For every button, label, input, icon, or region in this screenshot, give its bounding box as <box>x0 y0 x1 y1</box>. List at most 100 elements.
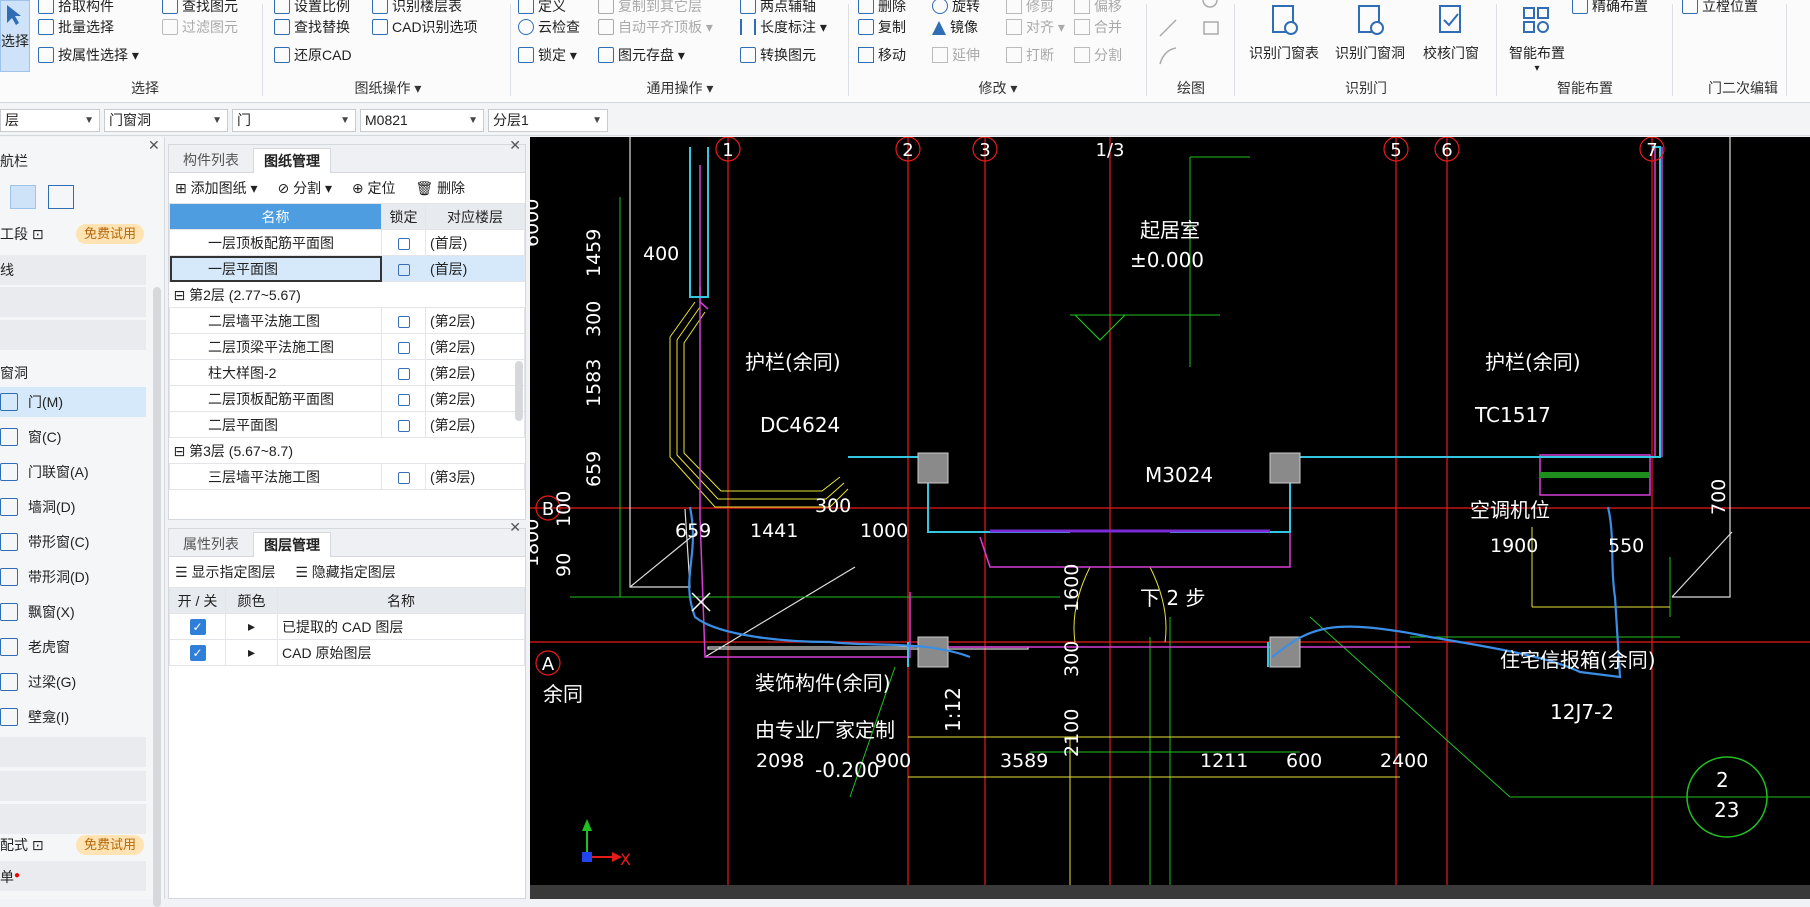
nav-item[interactable]: 带形洞(D) <box>0 562 146 592</box>
identify-door-hole-button[interactable]: 识别门窗洞 <box>1330 0 1410 63</box>
batch-select-button[interactable]: 批量选择 <box>38 15 114 39</box>
column-header-floor[interactable]: 对应楼层 <box>425 203 525 230</box>
delete-drawing-button[interactable]: 🗑 删除 <box>415 180 465 196</box>
table-row[interactable]: 二层墙平法施工图 (第2层) <box>169 307 525 334</box>
tab-drawing-management[interactable]: 图纸管理 <box>253 148 331 173</box>
nav-item[interactable]: 窗(C) <box>0 422 146 452</box>
table-row[interactable]: ✓ ▸ 已提取的 CAD 图层 <box>169 613 525 640</box>
lock-cell[interactable] <box>381 333 426 360</box>
category-select[interactable]: 门窗洞 ▼ <box>104 109 228 132</box>
tab-component-list[interactable]: 构件列表 <box>173 148 249 173</box>
group-drawing-ops-label[interactable]: 图纸操作 ▾ <box>268 78 508 98</box>
column-header-lock[interactable]: 锁定 <box>381 203 426 230</box>
expand-arrow-icon[interactable]: ▸ <box>225 613 278 640</box>
toggle-cell[interactable]: ✓ <box>169 639 226 666</box>
table-row[interactable]: ✓ ▸ CAD 原始图层 <box>169 639 525 666</box>
locate-button[interactable]: ⊕ 定位 <box>352 180 396 196</box>
select-by-attr-button[interactable]: 按属性选择 ▾ <box>38 43 139 67</box>
floor-select[interactable]: 层 ▼ <box>0 109 100 132</box>
save-element-button[interactable]: 图元存盘 ▾ <box>598 43 685 67</box>
unlock-icon[interactable] <box>397 263 410 276</box>
select-button[interactable]: 选择 <box>0 0 30 72</box>
nav-item-blank[interactable] <box>0 771 146 801</box>
nav-item-blank[interactable] <box>0 737 146 767</box>
checkbox-checked-icon[interactable]: ✓ <box>189 619 206 635</box>
nav-item[interactable]: 老虎窗 <box>0 632 146 662</box>
trial-badge[interactable]: 免费试用 <box>75 224 144 244</box>
extend-button[interactable]: 延伸 <box>932 43 980 67</box>
move-button[interactable]: 移动 <box>858 43 906 67</box>
nav-item[interactable]: 门(M) <box>0 387 146 417</box>
nav-section-door[interactable]: 窗洞 <box>0 358 146 388</box>
cad-options-button[interactable]: CAD识别选项 <box>372 15 478 39</box>
close-icon[interactable]: ✕ <box>509 519 521 536</box>
convert-element-button[interactable]: 转换图元 <box>740 43 816 67</box>
unlock-icon[interactable] <box>397 367 410 380</box>
table-row[interactable]: 二层顶板配筋平面图 (第2层) <box>169 385 525 412</box>
length-dim-button[interactable]: 长度标注 ▾ <box>740 15 827 39</box>
smart-layout-button[interactable]: 智能布置 ▾ <box>1502 0 1572 74</box>
auto-align-button[interactable]: 自动平齐顶板 ▾ <box>598 15 713 39</box>
filter-element-button[interactable]: 过滤图元 <box>162 15 238 39</box>
nav-item-blank[interactable] <box>0 320 146 350</box>
unlock-icon[interactable] <box>397 419 410 432</box>
cad-canvas[interactable]: 1 2 3 1/3 5 6 7 BA 起居室 ±0.000 护栏(余同) 护栏(余同) DC4624… <box>530 137 1810 899</box>
merge-button[interactable]: 合并 <box>1074 15 1122 39</box>
lock-cell[interactable] <box>381 385 426 412</box>
trial-badge[interactable]: 免费试用 <box>75 835 144 855</box>
frame-position-button[interactable]: 立樘位置 <box>1682 0 1758 18</box>
nav-section-prefab[interactable]: 配式 ⊡ 免费试用 <box>0 830 146 860</box>
column-header-name[interactable]: 名称 <box>169 203 382 230</box>
cloud-check-button[interactable]: 云检查 <box>518 15 580 39</box>
unlock-icon[interactable] <box>397 341 410 354</box>
drawing-scrollbar[interactable] <box>515 361 523 421</box>
column-header-toggle[interactable]: 开 / 关 <box>169 587 226 614</box>
collapse-icon[interactable]: ⊟ <box>174 443 190 459</box>
align-button[interactable]: 对齐 ▾ <box>1006 15 1065 39</box>
split-drawing-button[interactable]: ⊘ 分割 ▾ <box>277 180 332 196</box>
table-row[interactable]: 二层顶梁平法施工图 (第2层) <box>169 333 525 360</box>
nav-item[interactable]: 带形窗(C) <box>0 527 146 557</box>
lock-cell[interactable] <box>381 255 426 282</box>
lock-cell[interactable] <box>381 359 426 386</box>
lock-button[interactable]: 锁定 ▾ <box>518 43 577 67</box>
component-select[interactable]: M0821 ▼ <box>360 109 484 132</box>
nav-item-last[interactable]: 单● <box>0 861 146 891</box>
nav-item[interactable]: 壁龛(I) <box>0 702 146 732</box>
group-row[interactable]: ⊟ 第2层 (2.77~5.67) <box>170 282 525 308</box>
lock-cell[interactable] <box>381 411 426 438</box>
identify-door-table-button[interactable]: 识别门窗表 <box>1244 0 1324 63</box>
table-row[interactable]: 一层平面图 (首层) <box>169 255 525 282</box>
copy-button[interactable]: 复制 <box>858 15 906 39</box>
column-header-layer-name[interactable]: 名称 <box>277 587 525 614</box>
draw-tools-icons[interactable] <box>1154 0 1234 70</box>
nav-section-segment[interactable]: 工段 ⊡ 免费试用 <box>0 219 146 249</box>
nav-item[interactable]: 墙洞(D) <box>0 492 146 522</box>
precise-layout-button[interactable]: 精确布置 <box>1572 0 1648 18</box>
type-select[interactable]: 门 ▼ <box>232 109 356 132</box>
break-button[interactable]: 打断 <box>1006 43 1054 67</box>
hide-layer-button[interactable]: ☰ 隐藏指定图层 <box>295 564 395 580</box>
add-drawing-button[interactable]: ⊞ 添加图纸 ▾ <box>175 180 258 196</box>
nav-item[interactable]: 门联窗(A) <box>0 457 146 487</box>
tab-property-list[interactable]: 属性列表 <box>173 532 249 557</box>
cad-drawing[interactable]: 1 2 3 1/3 5 6 7 BA 起居室±0.000护栏(余同) 护栏(余同)DC4624… <box>530 137 1810 899</box>
check-door-button[interactable]: 校核门窗 <box>1416 0 1486 63</box>
collapse-icon[interactable]: ⊟ <box>174 287 190 303</box>
table-row[interactable]: 一层顶板配筋平面图 (首层) <box>169 229 525 256</box>
split-button[interactable]: 分割 <box>1074 43 1122 67</box>
table-row[interactable]: 二层平面图 (第2层) <box>169 411 525 438</box>
mirror-button[interactable]: 镜像 <box>932 15 978 39</box>
close-icon[interactable]: ✕ <box>148 137 160 154</box>
unlock-icon[interactable] <box>397 393 410 406</box>
table-row[interactable]: 柱大样图-2 (第2层) <box>169 359 525 386</box>
show-layer-button[interactable]: ☰ 显示指定图层 <box>175 564 275 580</box>
restore-cad-button[interactable]: 还原CAD <box>274 43 352 67</box>
unlock-icon[interactable] <box>397 471 410 484</box>
unlock-icon[interactable] <box>397 237 410 250</box>
lock-cell[interactable] <box>381 229 426 256</box>
table-row[interactable]: ⊟ 第2层 (2.77~5.67) <box>170 282 525 308</box>
nav-scrollbar[interactable] <box>153 287 161 907</box>
unlock-icon[interactable] <box>397 315 410 328</box>
lock-cell[interactable] <box>381 307 426 334</box>
